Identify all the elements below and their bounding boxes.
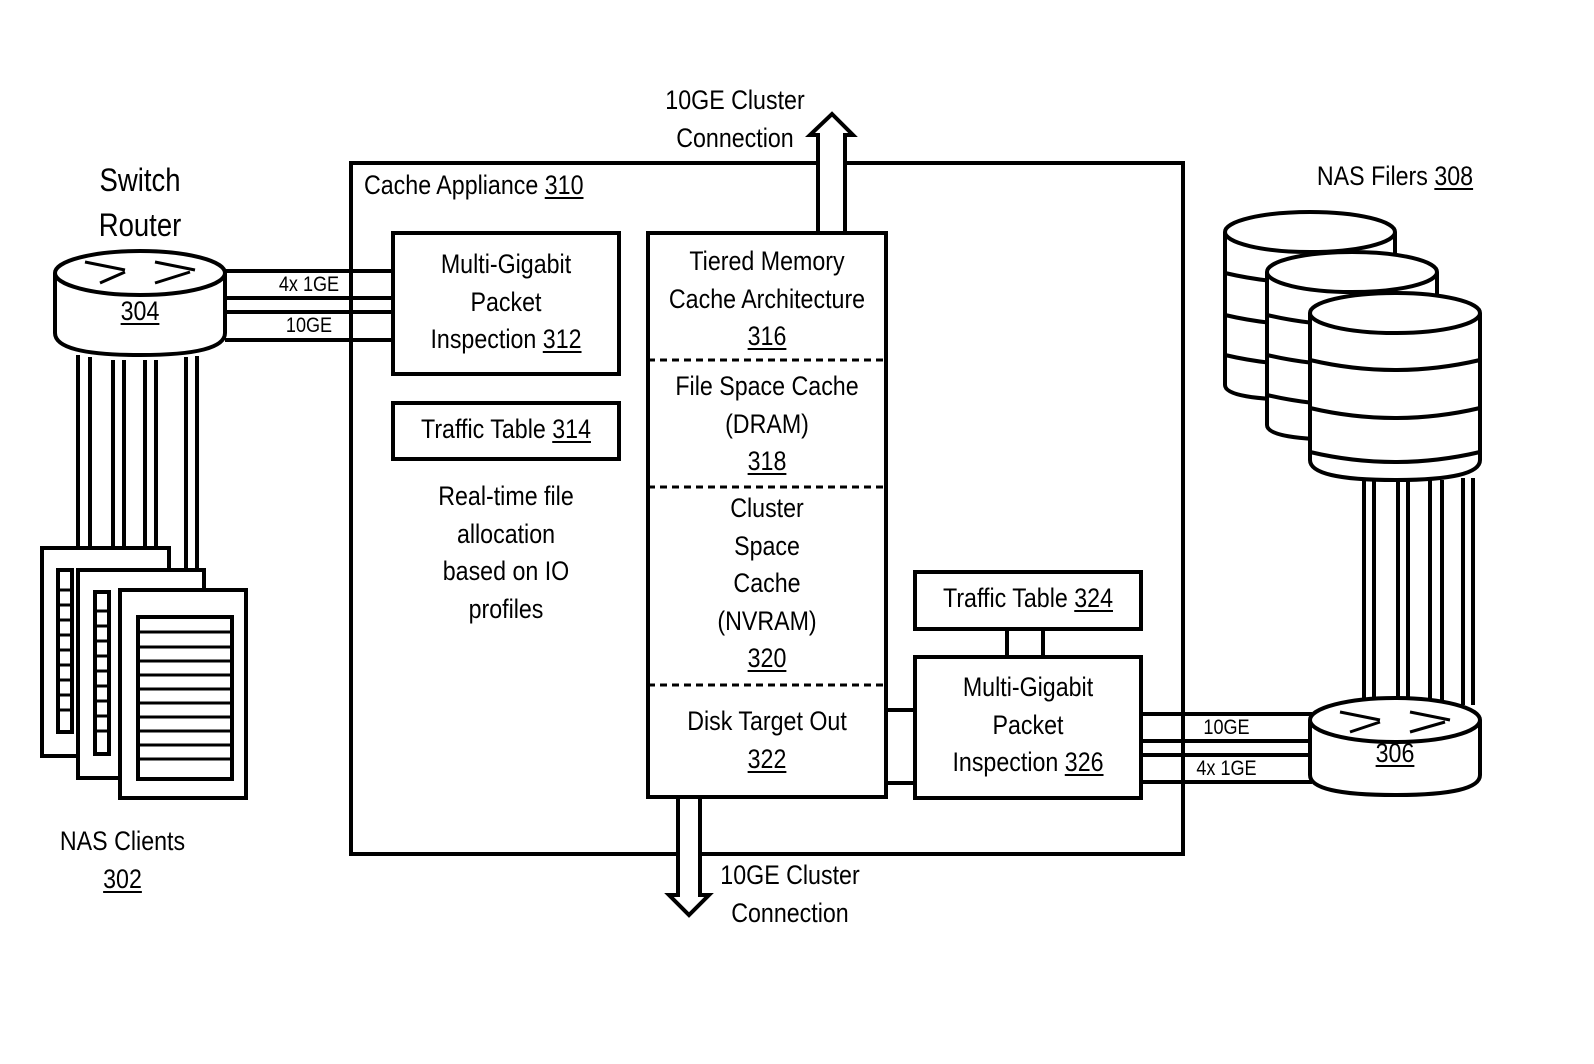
tier316-line1: Tiered Memory xyxy=(689,246,845,276)
tt324-ref: 324 xyxy=(1074,583,1113,613)
tier318-ref: 318 xyxy=(747,446,787,476)
nas-filer-icon xyxy=(1223,210,1482,483)
note-line1: Real-time file xyxy=(438,481,574,511)
left-link-4x1ge-label: 4x 1GE xyxy=(278,273,340,296)
cluster-top-line2: Connection xyxy=(676,122,794,153)
pi312-ref: 312 xyxy=(542,324,582,354)
client-links xyxy=(76,355,199,570)
tier318-line2: (DRAM) xyxy=(725,408,809,439)
tier320-line4: (NVRAM) xyxy=(717,605,817,636)
cache-appliance-label: Cache Appliance 310 xyxy=(364,167,584,205)
tier-318-label: File Space Cache (DRAM) 318 xyxy=(665,368,870,481)
switch-router-title-line2: Router xyxy=(98,207,182,243)
tt324-name: Traffic Table xyxy=(943,583,1068,613)
right-link-4x1ge-label: 4x 1GE xyxy=(1196,757,1257,780)
tier318-line1: File Space Cache xyxy=(675,371,859,401)
tier316-ref: 316 xyxy=(747,321,787,351)
pi312-line1: Multi-Gigabit xyxy=(440,249,572,279)
tier-322-label: Disk Target Out 322 xyxy=(665,703,870,778)
note-line2: allocation xyxy=(456,518,556,549)
pi312-line3: Inspection xyxy=(430,324,537,354)
note-line4: profiles xyxy=(468,593,544,624)
cache-appliance-name: Cache Appliance xyxy=(364,170,539,200)
tier320-ref: 320 xyxy=(747,643,787,673)
traffic-table-314-label: Traffic Table 314 xyxy=(409,411,603,449)
right-link-10ge-label: 10GE xyxy=(1203,716,1250,739)
tier320-line3: Cache xyxy=(733,568,801,598)
cluster-top-line1: 10GE Cluster xyxy=(665,85,805,115)
tier322-ref: 322 xyxy=(747,743,787,774)
tt314-ref: 314 xyxy=(552,414,591,444)
nas-filers-label: NAS Filers 308 xyxy=(1305,158,1486,196)
switch-router-title: Switch Router xyxy=(71,158,209,248)
tier-320-label: Cluster Space Cache (NVRAM) 320 xyxy=(665,490,870,678)
cluster-bottom-line1: 10GE Cluster xyxy=(720,860,860,890)
tier320-line2: Space xyxy=(734,530,800,561)
pi326-ref: 326 xyxy=(1064,747,1104,777)
left-link-10ge-label: 10GE xyxy=(285,314,333,337)
router-304-ref: 304 xyxy=(120,296,160,326)
packet-inspection-326-label: Multi-Gigabit Packet Inspection 326 xyxy=(931,669,1125,782)
cluster-bottom-line2: Connection xyxy=(731,897,849,928)
nas-clients-ref: 302 xyxy=(103,863,142,894)
traffic-table-324-label: Traffic Table 324 xyxy=(931,580,1125,618)
pi312-line2: Packet xyxy=(470,286,542,317)
nas-clients-name: NAS Clients xyxy=(59,826,186,856)
cluster-top-label: 10GE Cluster Connection xyxy=(653,82,816,157)
tt314-name: Traffic Table xyxy=(421,414,546,444)
tier-316-label: Tiered Memory Cache Architecture 316 xyxy=(665,243,870,356)
pi326-line1: Multi-Gigabit xyxy=(962,672,1094,702)
nas-clients-label: NAS Clients 302 xyxy=(43,823,202,898)
pi326-line3: Inspection xyxy=(952,747,1059,777)
cache-appliance-ref: 310 xyxy=(544,170,584,200)
realtime-note: Real-time file allocation based on IO pr… xyxy=(409,478,603,628)
tier322-line1: Disk Target Out xyxy=(687,706,847,736)
switch-router-title-line1: Switch xyxy=(99,162,181,198)
note-line3: based on IO xyxy=(442,556,570,586)
nas-filers-ref: 308 xyxy=(1434,161,1474,191)
cluster-bottom-label: 10GE Cluster Connection xyxy=(713,857,868,932)
filer-links xyxy=(1362,478,1475,705)
tier316-line2: Cache Architecture xyxy=(668,283,866,314)
router-306-ref: 306 xyxy=(1375,738,1415,768)
nas-filers-name: NAS Filers xyxy=(1316,161,1428,191)
packet-inspection-312-label: Multi-Gigabit Packet Inspection 312 xyxy=(409,246,603,359)
pi326-line2: Packet xyxy=(992,709,1064,740)
tier320-line1: Cluster xyxy=(730,493,804,523)
